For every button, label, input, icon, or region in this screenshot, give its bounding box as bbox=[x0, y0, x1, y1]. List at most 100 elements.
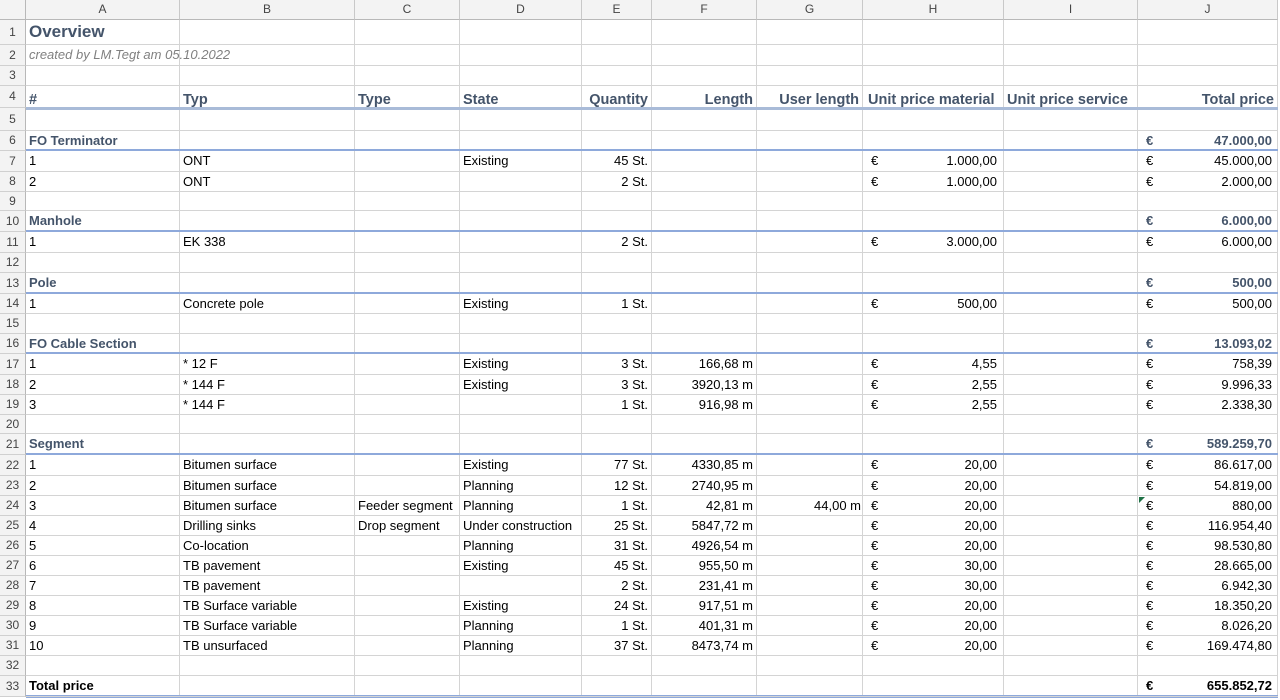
header-unit-service[interactable]: Unit price service bbox=[1004, 86, 1138, 108]
item-type[interactable] bbox=[355, 596, 460, 616]
item-typ[interactable]: * 144 F bbox=[180, 395, 355, 415]
item-length[interactable]: 401,31 m bbox=[652, 616, 757, 636]
grid-cell-a12[interactable] bbox=[26, 253, 180, 273]
item-number[interactable]: 3 bbox=[26, 496, 180, 516]
item-user-length[interactable] bbox=[757, 476, 863, 496]
grid-cell-g20[interactable] bbox=[757, 415, 863, 434]
grid-cell-h21[interactable] bbox=[863, 434, 1004, 455]
grid-cell-j5[interactable] bbox=[1138, 108, 1278, 131]
grid-cell-i6[interactable] bbox=[1004, 131, 1138, 151]
item-quantity[interactable]: 1 St. bbox=[582, 294, 652, 314]
grid-cell-i33[interactable] bbox=[1004, 676, 1138, 697]
grid-cell-j20[interactable] bbox=[1138, 415, 1278, 434]
grid-cell-i3[interactable] bbox=[1004, 66, 1138, 86]
item-unit-price-service[interactable] bbox=[1004, 636, 1138, 656]
column-header-j[interactable]: J bbox=[1138, 0, 1278, 20]
item-number[interactable]: 1 bbox=[26, 151, 180, 172]
header-unit-material[interactable]: Unit price material bbox=[863, 86, 1004, 108]
section-title[interactable]: Pole bbox=[26, 273, 180, 294]
grid-cell-d5[interactable] bbox=[460, 108, 582, 131]
item-state[interactable]: Planning bbox=[460, 476, 582, 496]
grid-cell-d16[interactable] bbox=[460, 334, 582, 354]
grid-cell-b16[interactable] bbox=[180, 334, 355, 354]
item-total[interactable]: €28.665,00 bbox=[1138, 556, 1278, 576]
item-length[interactable]: 917,51 m bbox=[652, 596, 757, 616]
row-header-5[interactable]: 5 bbox=[0, 108, 26, 131]
item-number[interactable]: 1 bbox=[26, 455, 180, 476]
grid-cell-h5[interactable] bbox=[863, 108, 1004, 131]
column-header-a[interactable]: A bbox=[26, 0, 180, 20]
grand-total-label[interactable]: Total price bbox=[26, 676, 180, 697]
grid-cell-a5[interactable] bbox=[26, 108, 180, 131]
grid-cell-e2[interactable] bbox=[582, 45, 652, 66]
grid-cell-j3[interactable] bbox=[1138, 66, 1278, 86]
item-quantity[interactable]: 3 St. bbox=[582, 354, 652, 375]
row-header-33[interactable]: 33 bbox=[0, 676, 26, 697]
item-unit-price-material[interactable]: €1.000,00 bbox=[863, 151, 1004, 172]
spreadsheet[interactable]: A B C D E F G H I J 1 2 3 4 5 6 7 8 9 10 11 12 13 14 15 16 17 18 19 2… bbox=[0, 0, 1280, 700]
grid-cell-a15[interactable] bbox=[26, 314, 180, 334]
item-number[interactable]: 2 bbox=[26, 476, 180, 496]
item-state[interactable]: Existing bbox=[460, 596, 582, 616]
item-typ[interactable]: Concrete pole bbox=[180, 294, 355, 314]
item-typ[interactable]: ONT bbox=[180, 151, 355, 172]
item-length[interactable]: 916,98 m bbox=[652, 395, 757, 415]
item-typ[interactable]: Drilling sinks bbox=[180, 516, 355, 536]
item-typ[interactable]: * 144 F bbox=[180, 375, 355, 395]
item-type[interactable] bbox=[355, 616, 460, 636]
item-quantity[interactable]: 37 St. bbox=[582, 636, 652, 656]
row-header-9[interactable]: 9 bbox=[0, 192, 26, 211]
sheet-subtitle[interactable]: created by LM.Tegt am 05.10.2022 bbox=[26, 45, 230, 66]
item-quantity[interactable]: 12 St. bbox=[582, 476, 652, 496]
item-type[interactable] bbox=[355, 375, 460, 395]
grid-cell-h12[interactable] bbox=[863, 253, 1004, 273]
row-header-22[interactable]: 22 bbox=[0, 455, 26, 476]
item-type[interactable] bbox=[355, 576, 460, 596]
item-typ[interactable]: Bitumen surface bbox=[180, 476, 355, 496]
header-type[interactable]: Type bbox=[355, 86, 460, 108]
grid-cell-d3[interactable] bbox=[460, 66, 582, 86]
item-unit-price-service[interactable] bbox=[1004, 496, 1138, 516]
grid-cell-h10[interactable] bbox=[863, 211, 1004, 232]
item-type[interactable] bbox=[355, 395, 460, 415]
grid-cell-c2[interactable] bbox=[355, 45, 460, 66]
grid-cell-g32[interactable] bbox=[757, 656, 863, 676]
item-user-length[interactable] bbox=[757, 576, 863, 596]
item-unit-price-service[interactable] bbox=[1004, 294, 1138, 314]
item-state[interactable]: Existing bbox=[460, 375, 582, 395]
item-quantity[interactable]: 1 St. bbox=[582, 616, 652, 636]
item-unit-price-service[interactable] bbox=[1004, 395, 1138, 415]
item-user-length[interactable] bbox=[757, 596, 863, 616]
item-total[interactable]: €758,39 bbox=[1138, 354, 1278, 375]
item-total[interactable]: €116.954,40 bbox=[1138, 516, 1278, 536]
item-unit-price-service[interactable] bbox=[1004, 516, 1138, 536]
item-unit-price-service[interactable] bbox=[1004, 476, 1138, 496]
item-user-length[interactable] bbox=[757, 232, 863, 253]
grid-cell-h1[interactable] bbox=[863, 20, 1004, 45]
grid-cell-g10[interactable] bbox=[757, 211, 863, 232]
column-header-h[interactable]: H bbox=[863, 0, 1004, 20]
grid-cell-e15[interactable] bbox=[582, 314, 652, 334]
item-unit-price-service[interactable] bbox=[1004, 536, 1138, 556]
grid-cell-c9[interactable] bbox=[355, 192, 460, 211]
header-length[interactable]: Length bbox=[652, 86, 757, 108]
grid-cell-h9[interactable] bbox=[863, 192, 1004, 211]
row-header-6[interactable]: 6 bbox=[0, 131, 26, 151]
item-type[interactable] bbox=[355, 294, 460, 314]
item-user-length[interactable] bbox=[757, 556, 863, 576]
row-header-3[interactable]: 3 bbox=[0, 66, 26, 86]
item-total[interactable]: €45.000,00 bbox=[1138, 151, 1278, 172]
item-unit-price-service[interactable] bbox=[1004, 172, 1138, 192]
item-typ[interactable]: * 12 F bbox=[180, 354, 355, 375]
item-total[interactable]: €2.000,00 bbox=[1138, 172, 1278, 192]
grid-cell-h20[interactable] bbox=[863, 415, 1004, 434]
item-typ[interactable]: TB pavement bbox=[180, 576, 355, 596]
grid-cell-e20[interactable] bbox=[582, 415, 652, 434]
grid-cell-f9[interactable] bbox=[652, 192, 757, 211]
row-header-27[interactable]: 27 bbox=[0, 556, 26, 576]
grid-cell-e9[interactable] bbox=[582, 192, 652, 211]
item-unit-price-material[interactable]: €3.000,00 bbox=[863, 232, 1004, 253]
row-header-10[interactable]: 10 bbox=[0, 211, 26, 232]
grid-cell-b20[interactable] bbox=[180, 415, 355, 434]
header-quantity[interactable]: Quantity bbox=[582, 86, 652, 108]
